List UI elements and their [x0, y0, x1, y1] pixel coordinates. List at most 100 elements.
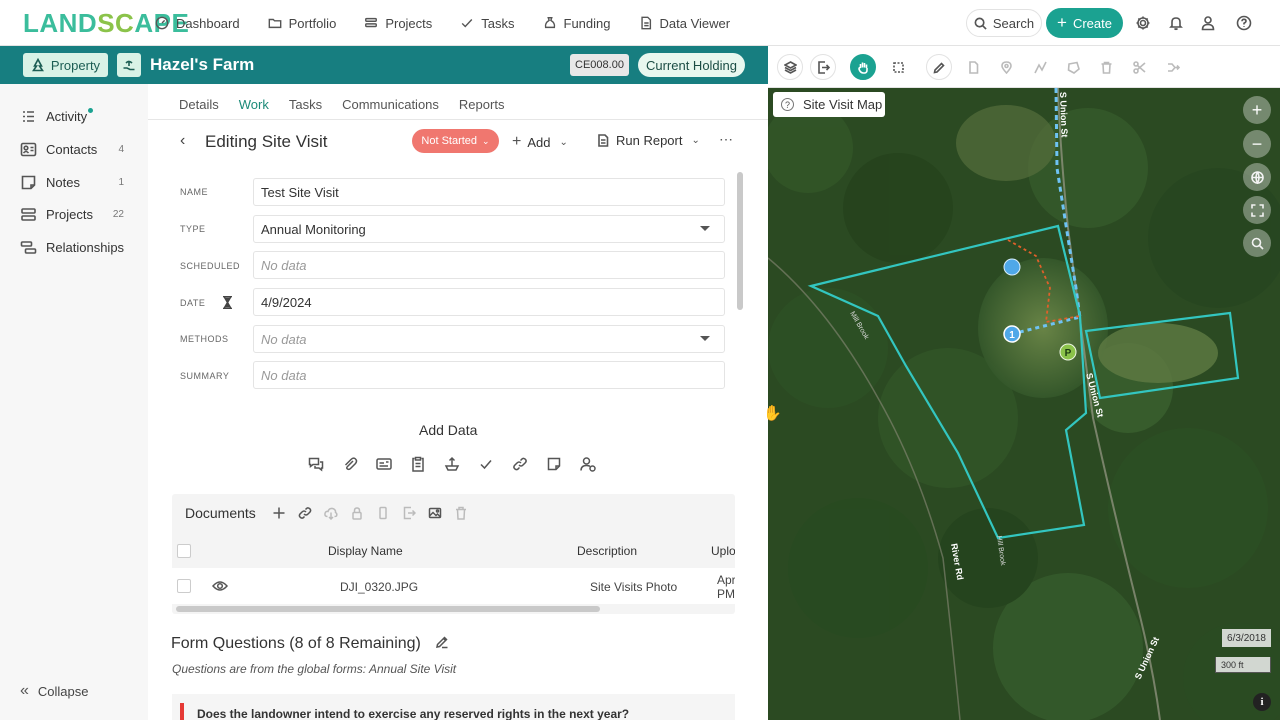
table-row[interactable]: DJI_0320.JPG Site Visits Photo Apr PM [172, 568, 735, 604]
satellite-map[interactable]: 1 P S Union St S Union St S Union St Riv… [768, 88, 1280, 720]
add-form-button[interactable] [376, 456, 410, 472]
select-all-checkbox[interactable] [177, 544, 191, 558]
methods-select[interactable]: No data [253, 325, 725, 353]
lock-document-button[interactable] [350, 506, 376, 520]
download-document-button[interactable] [324, 506, 350, 520]
layers-button[interactable] [777, 54, 803, 80]
property-badge[interactable]: Property [23, 53, 108, 77]
column-header-display-name[interactable]: Display Name [328, 544, 403, 558]
status-dropdown[interactable]: Not Started ⌄ [412, 129, 499, 153]
chevron-down-icon: ⌄ [482, 135, 490, 146]
settings-button[interactable] [1135, 15, 1151, 31]
chevron-down-icon: ⌄ [559, 136, 568, 148]
tab-communications[interactable]: Communications [342, 97, 439, 117]
search-button[interactable]: Search [966, 9, 1042, 37]
profile-button[interactable] [1200, 15, 1216, 31]
parking-marker-label: P [1065, 348, 1072, 359]
delete-document-button[interactable] [454, 506, 480, 520]
column-header-uploaded[interactable]: Uplo [711, 544, 735, 558]
add-link-button[interactable] [512, 456, 546, 472]
holding-status-badge[interactable]: Current Holding [638, 53, 745, 77]
nav-portfolio[interactable]: Portfolio [268, 16, 336, 31]
map-title: Site Visit Map [803, 97, 883, 112]
add-upload-button[interactable] [444, 456, 478, 472]
add-file-button[interactable] [960, 54, 986, 80]
row-checkbox[interactable] [177, 579, 191, 593]
add-button[interactable]: + Add ⌄ [512, 133, 568, 151]
tab-work[interactable]: Work [239, 97, 269, 117]
add-contact-button[interactable] [580, 456, 614, 472]
export-document-button[interactable] [402, 506, 428, 520]
add-user-icon [580, 457, 596, 472]
summary-field[interactable]: No data [253, 361, 725, 389]
export-icon [817, 60, 830, 74]
tab-tasks[interactable]: Tasks [289, 97, 322, 117]
documents-horizontal-scrollbar[interactable] [176, 606, 600, 612]
split-feature-button[interactable] [1160, 54, 1186, 80]
location-marker[interactable] [1003, 258, 1021, 276]
create-button[interactable]: + Create [1046, 8, 1123, 38]
search-icon [1251, 237, 1264, 250]
nav-projects[interactable]: Projects [364, 16, 432, 31]
edit-tool-button[interactable] [926, 54, 952, 80]
nav-dashboard[interactable]: Dashboard [155, 16, 240, 31]
export-map-button[interactable] [810, 54, 836, 80]
folder-icon [268, 18, 281, 29]
back-button[interactable]: ‹ [180, 132, 185, 150]
question-card[interactable]: Does the landowner intend to exercise an… [172, 694, 735, 720]
add-document-button[interactable] [272, 506, 298, 520]
zoom-out-button[interactable]: − [1243, 130, 1271, 158]
map-search-button[interactable] [1243, 229, 1271, 257]
add-point-button[interactable] [993, 54, 1019, 80]
type-select[interactable]: Annual Monitoring [253, 215, 725, 243]
column-header-description[interactable]: Description [577, 544, 637, 558]
add-polygon-button[interactable] [1060, 54, 1086, 80]
eye-icon[interactable] [212, 579, 228, 593]
help-circle-icon[interactable]: ? [781, 98, 794, 111]
add-attachment-button[interactable] [342, 456, 376, 472]
date-field[interactable]: 4/9/2024 [253, 288, 725, 316]
info-button[interactable]: i [1253, 693, 1271, 711]
relationships-icon [20, 241, 37, 254]
nav-tasks[interactable]: Tasks [460, 16, 515, 31]
cut-feature-button[interactable] [1126, 54, 1152, 80]
farm-icon-button[interactable] [117, 53, 141, 77]
delete-feature-button[interactable] [1093, 54, 1119, 80]
select-tool-button[interactable] [885, 54, 911, 80]
document-name[interactable]: DJI_0320.JPG [340, 580, 418, 594]
add-note-button[interactable] [546, 456, 580, 472]
notifications-button[interactable] [1168, 15, 1184, 31]
sidebar-item-label: Activity [46, 109, 88, 124]
globe-button[interactable] [1243, 163, 1271, 191]
run-report-button[interactable]: Run Report ⌄ [597, 133, 700, 148]
nav-data-viewer-label: Data Viewer [659, 15, 731, 31]
add-checklist-button[interactable] [410, 456, 444, 472]
add-line-button[interactable] [1027, 54, 1053, 80]
sidebar-item-notes[interactable]: Notes 1 [20, 174, 132, 191]
link-document-button[interactable] [298, 506, 324, 520]
mobile-document-button[interactable] [376, 506, 402, 520]
sidebar-item-activity[interactable]: Activity [20, 108, 132, 125]
sidebar-item-contacts[interactable]: Contacts 4 [20, 141, 132, 158]
nav-funding[interactable]: Funding [543, 16, 611, 31]
name-field[interactable]: Test Site Visit [253, 178, 725, 206]
more-options-button[interactable]: ⋯ [719, 131, 734, 148]
add-task-button[interactable] [478, 456, 512, 472]
tab-reports[interactable]: Reports [459, 97, 505, 117]
add-comment-button[interactable] [308, 456, 342, 472]
zoom-in-button[interactable]: + [1243, 96, 1271, 124]
pan-tool-button[interactable] [850, 54, 876, 80]
map-panel[interactable]: 1 P S Union St S Union St S Union St Riv… [768, 46, 1280, 720]
fullscreen-button[interactable] [1243, 196, 1271, 224]
edit-icon[interactable] [435, 635, 449, 649]
editor-scrollbar[interactable] [737, 172, 743, 310]
collapse-button[interactable]: « Collapse [20, 682, 89, 700]
nav-data-viewer[interactable]: Data Viewer [639, 15, 731, 31]
sidebar-item-projects[interactable]: Projects 22 [20, 206, 132, 223]
scheduled-field[interactable]: No data [253, 251, 725, 279]
sidebar-item-relationships[interactable]: Relationships [20, 239, 132, 256]
plus-icon: + [1251, 99, 1263, 120]
image-document-button[interactable] [428, 506, 454, 520]
help-button[interactable] [1236, 15, 1252, 31]
tab-details[interactable]: Details [179, 97, 219, 117]
